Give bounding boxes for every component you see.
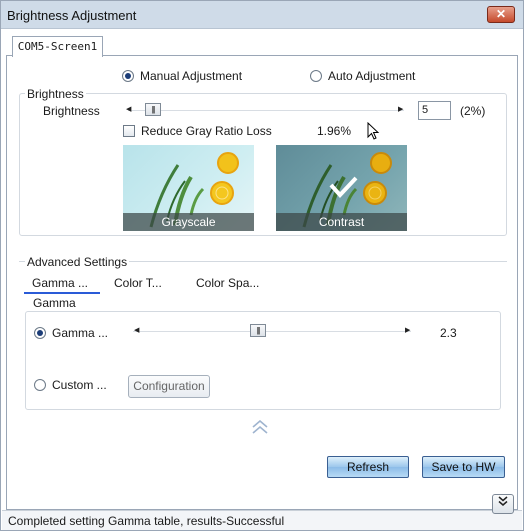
tab-com5-screen1[interactable]: COM5-Screen1 [12, 36, 103, 57]
radio-unchecked-icon [34, 379, 46, 391]
radio-unchecked-icon [310, 70, 322, 82]
collapse-chevron-up-icon[interactable] [251, 420, 269, 434]
slider-right-arrow-icon[interactable]: ▶ [398, 105, 403, 113]
contrast-preview-thumbnail[interactable]: Contrast [276, 145, 407, 231]
custom-radio[interactable]: Custom ... [34, 378, 107, 392]
tab-color-temperature[interactable]: Color T... [114, 276, 162, 290]
radio-checked-icon [34, 327, 46, 339]
brightness-adjustment-window: Brightness Adjustment ✕ COM5-Screen1 Man… [0, 0, 524, 531]
grayscale-preview-thumbnail[interactable]: Grayscale [123, 145, 254, 231]
radio-checked-icon [122, 70, 134, 82]
grayscale-caption: Grayscale [123, 213, 254, 231]
slider-left-arrow-icon[interactable]: ◀ [126, 105, 131, 113]
tab-color-space[interactable]: Color Spa... [196, 276, 259, 290]
slider-left-arrow-icon[interactable]: ◀ [134, 326, 139, 334]
reduce-gray-ratio-checkbox[interactable] [123, 125, 135, 137]
brightness-value-input[interactable]: 5 [418, 101, 451, 120]
brightness-row-label: Brightness [43, 104, 100, 118]
auto-adjustment-label: Auto Adjustment [328, 69, 416, 83]
mouse-cursor-icon [367, 122, 380, 140]
chevron-double-down-icon [498, 496, 508, 506]
contrast-caption: Contrast [276, 213, 407, 231]
manual-adjustment-radio[interactable]: Manual Adjustment [122, 69, 242, 83]
window-title: Brightness Adjustment [7, 8, 137, 23]
reduce-gray-ratio-label: Reduce Gray Ratio Loss [141, 124, 272, 138]
brightness-slider-track[interactable] [128, 110, 404, 111]
save-to-hw-button[interactable]: Save to HW [422, 456, 505, 478]
gamma-slider-track[interactable] [133, 331, 411, 332]
gamma-radio[interactable]: Gamma ... [34, 326, 108, 340]
brightness-percent: (2%) [460, 104, 486, 118]
brightness-slider-thumb[interactable]: ||| [145, 103, 161, 116]
close-button[interactable]: ✕ [487, 6, 515, 23]
status-bar: Completed setting Gamma table, results-S… [2, 510, 522, 530]
status-message: Completed setting Gamma table, results-S… [8, 514, 285, 528]
configuration-button[interactable]: Configuration [128, 375, 210, 398]
manual-adjustment-label: Manual Adjustment [140, 69, 243, 83]
advanced-settings-label: Advanced Settings [25, 255, 130, 269]
slider-right-arrow-icon[interactable]: ▶ [405, 326, 410, 334]
active-tab-indicator [24, 292, 100, 294]
brightness-group-label: Brightness [25, 87, 86, 101]
tab-gamma[interactable]: Gamma ... [32, 276, 88, 290]
gamma-slider-thumb[interactable]: ||| [250, 324, 266, 337]
refresh-button[interactable]: Refresh [327, 456, 409, 478]
gamma-radio-label: Gamma ... [52, 326, 109, 340]
gamma-value: 2.3 [440, 326, 457, 340]
auto-adjustment-radio[interactable]: Auto Adjustment [310, 69, 415, 83]
expand-down-button[interactable] [492, 494, 514, 514]
gamma-group-label: Gamma [31, 296, 78, 310]
custom-radio-label: Custom ... [52, 378, 107, 392]
title-bar[interactable]: Brightness Adjustment ✕ [1, 1, 523, 29]
gray-ratio-loss-value: 1.96% [317, 124, 352, 138]
